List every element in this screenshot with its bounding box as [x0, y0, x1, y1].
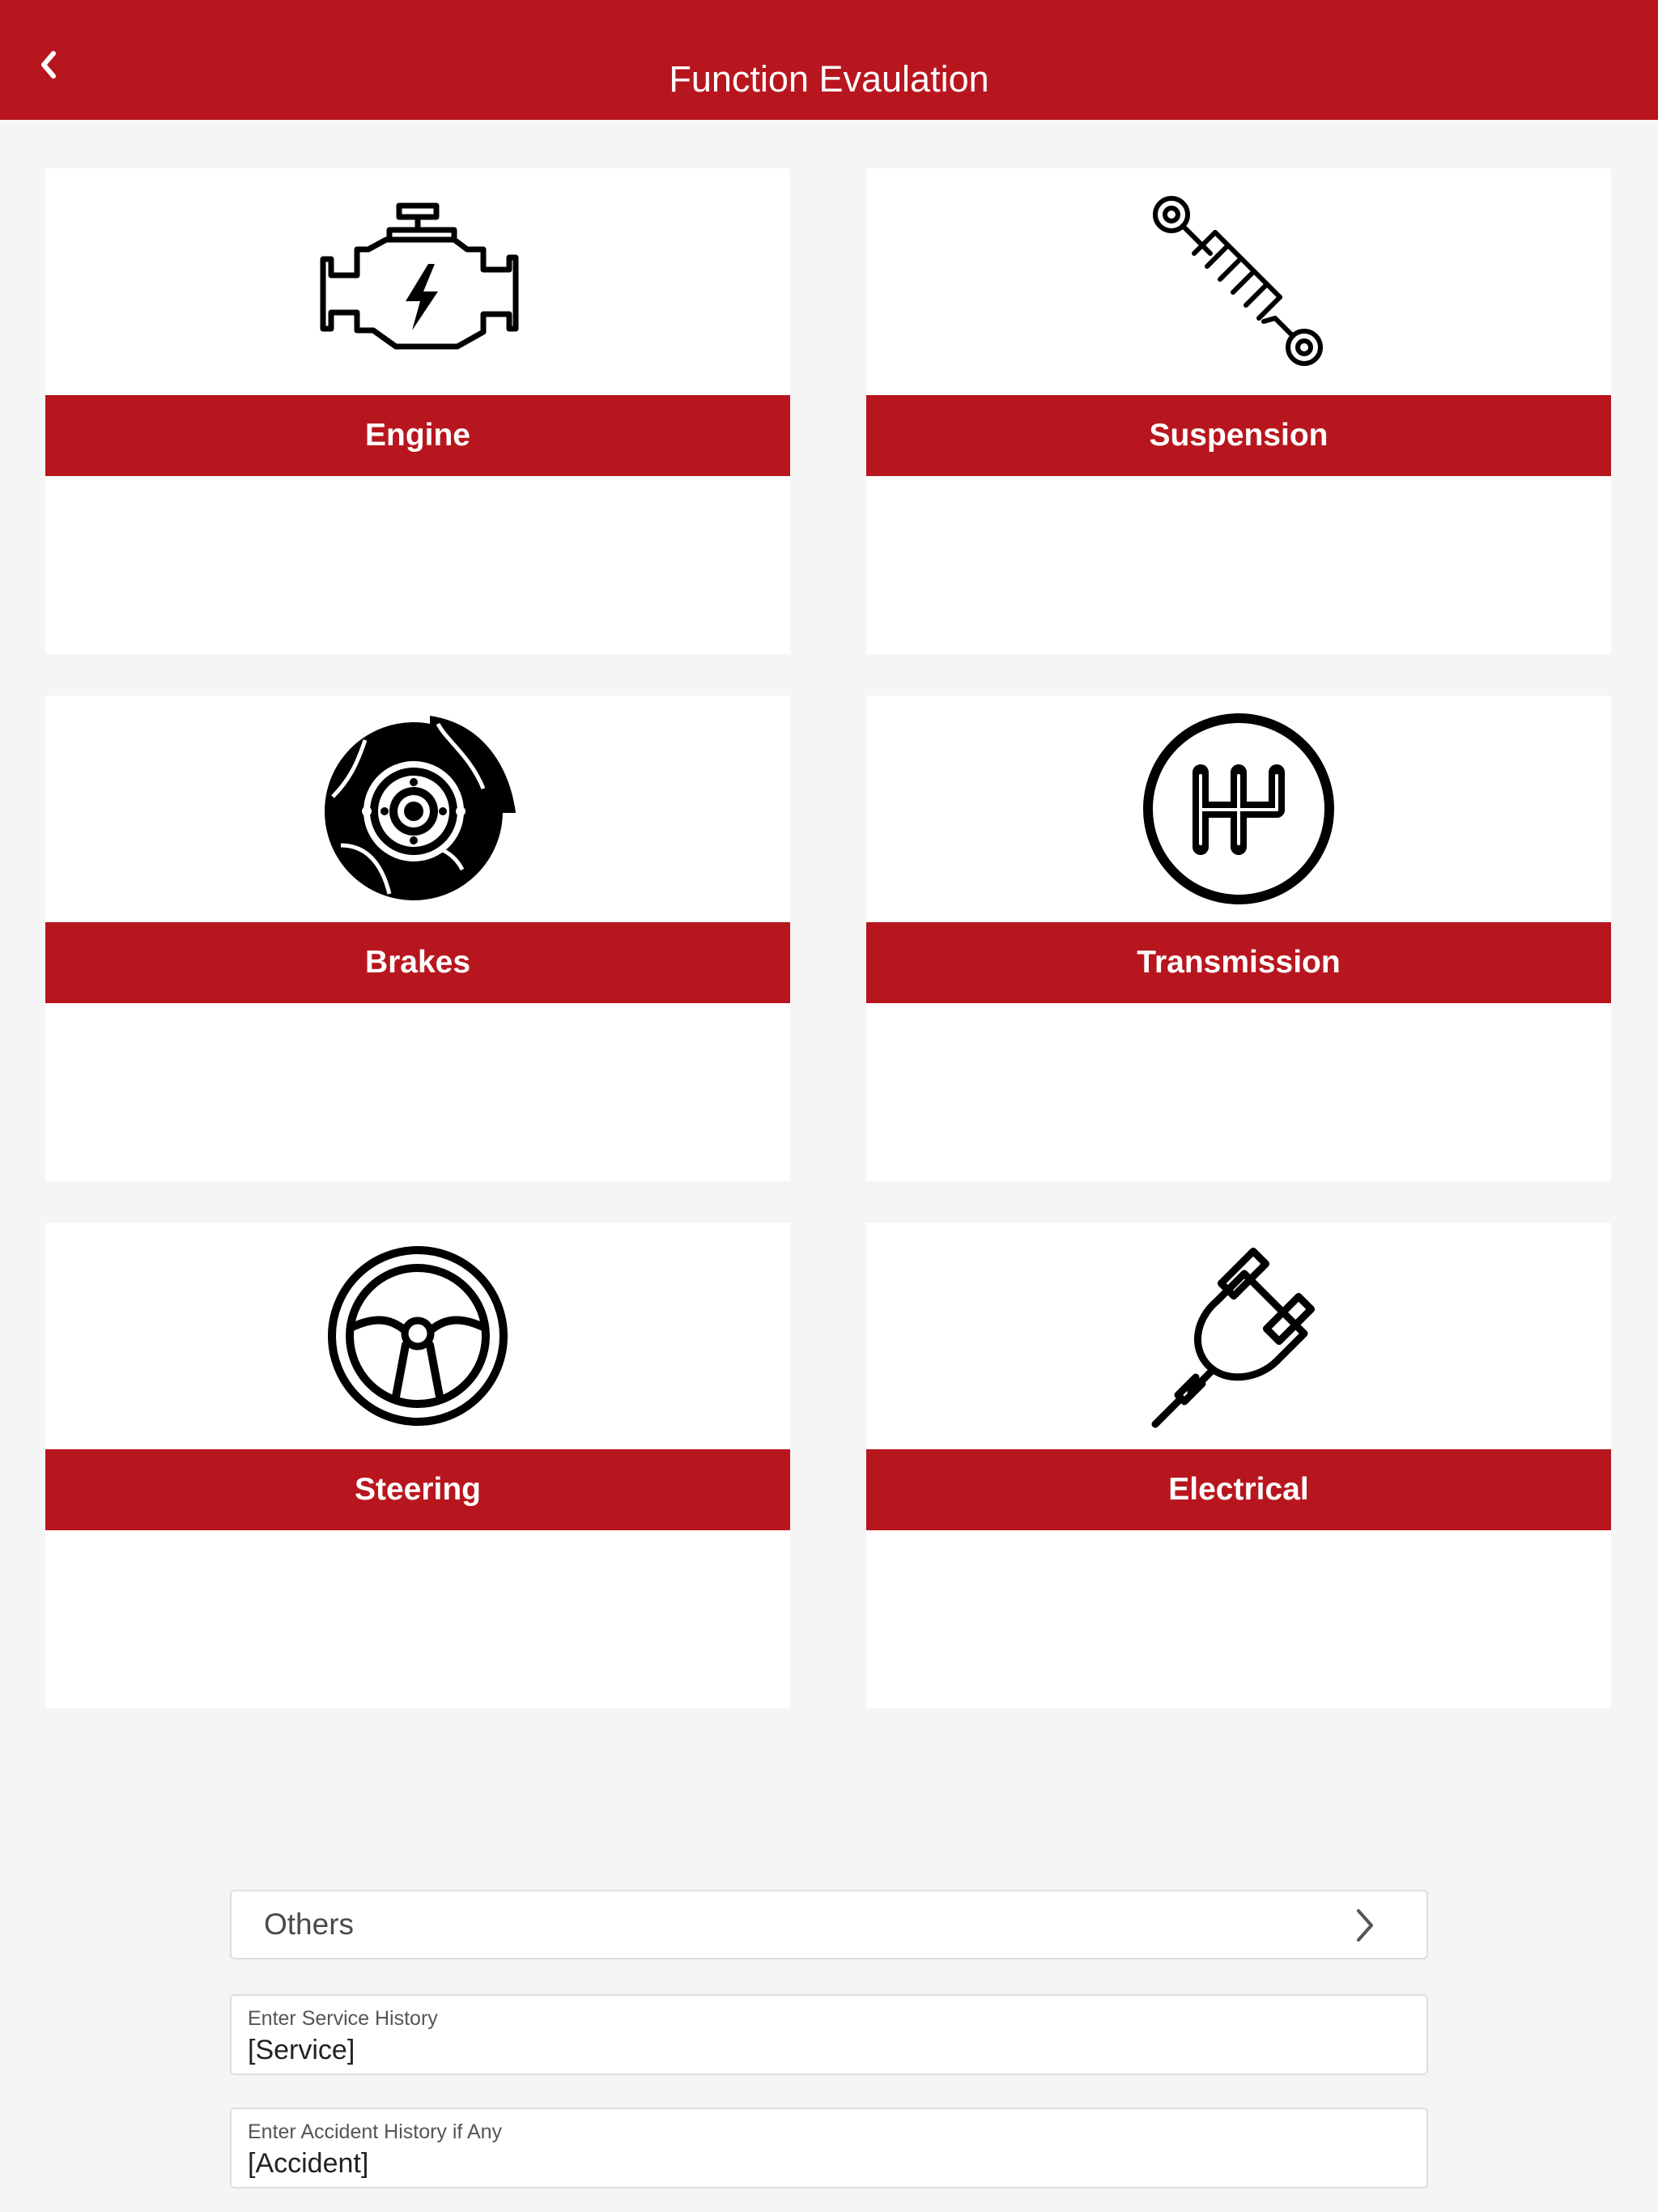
- card-label-bar: Brakes: [45, 922, 790, 1003]
- card-label-bar: Suspension: [866, 395, 1611, 476]
- service-history-value[interactable]: [Service]: [248, 2035, 355, 2066]
- gear-shift-icon: [1143, 713, 1334, 904]
- card-label-bar: Engine: [45, 395, 790, 476]
- card-icon-area: [866, 1223, 1611, 1449]
- card-label: Engine: [364, 418, 470, 453]
- card-icon-area: [866, 168, 1611, 395]
- card-label-bar: Transmission: [866, 922, 1611, 1003]
- card-steering[interactable]: Steering: [45, 1223, 790, 1708]
- card-electrical[interactable]: Electrical: [866, 1223, 1611, 1708]
- card-label: Steering: [354, 1472, 482, 1507]
- card-icon-area: [45, 696, 790, 922]
- card-transmission[interactable]: Transmission: [866, 696, 1611, 1181]
- card-label: Transmission: [1137, 945, 1341, 980]
- page-title: Function Evaulation: [669, 58, 989, 100]
- others-label: Others: [264, 1908, 355, 1941]
- service-history-label: Enter Service History: [248, 2007, 438, 2030]
- card-icon-area: [866, 696, 1611, 922]
- card-icon-area: [45, 168, 790, 395]
- card-label: Suspension: [1149, 418, 1329, 453]
- plug-icon: [1151, 1247, 1316, 1428]
- accident-history-value[interactable]: [Accident]: [248, 2148, 368, 2180]
- back-button[interactable]: [26, 42, 71, 87]
- card-engine[interactable]: Engine: [45, 168, 790, 654]
- card-label: Electrical: [1168, 1472, 1309, 1507]
- accident-history-label: Enter Accident History if Any: [248, 2121, 503, 2143]
- card-brakes[interactable]: Brakes: [45, 696, 790, 1181]
- card-icon-area: [45, 1223, 790, 1449]
- chevron-left-icon: [41, 51, 56, 79]
- engine-icon: [320, 202, 519, 350]
- steering-wheel-icon: [328, 1246, 508, 1426]
- card-label-bar: Steering: [45, 1449, 790, 1530]
- brake-disc-icon: [325, 716, 516, 900]
- chevron-right-icon: [1357, 1909, 1373, 1942]
- card-label: Brakes: [364, 945, 471, 980]
- suspension-icon: [1153, 196, 1323, 366]
- card-label-bar: Electrical: [866, 1449, 1611, 1530]
- accident-history-field[interactable]: Enter Accident History if Any [Accident]: [230, 2108, 1428, 2189]
- others-row[interactable]: Others: [230, 1890, 1428, 1959]
- card-suspension[interactable]: Suspension: [866, 168, 1611, 654]
- service-history-field[interactable]: Enter Service History [Service]: [230, 1994, 1428, 2075]
